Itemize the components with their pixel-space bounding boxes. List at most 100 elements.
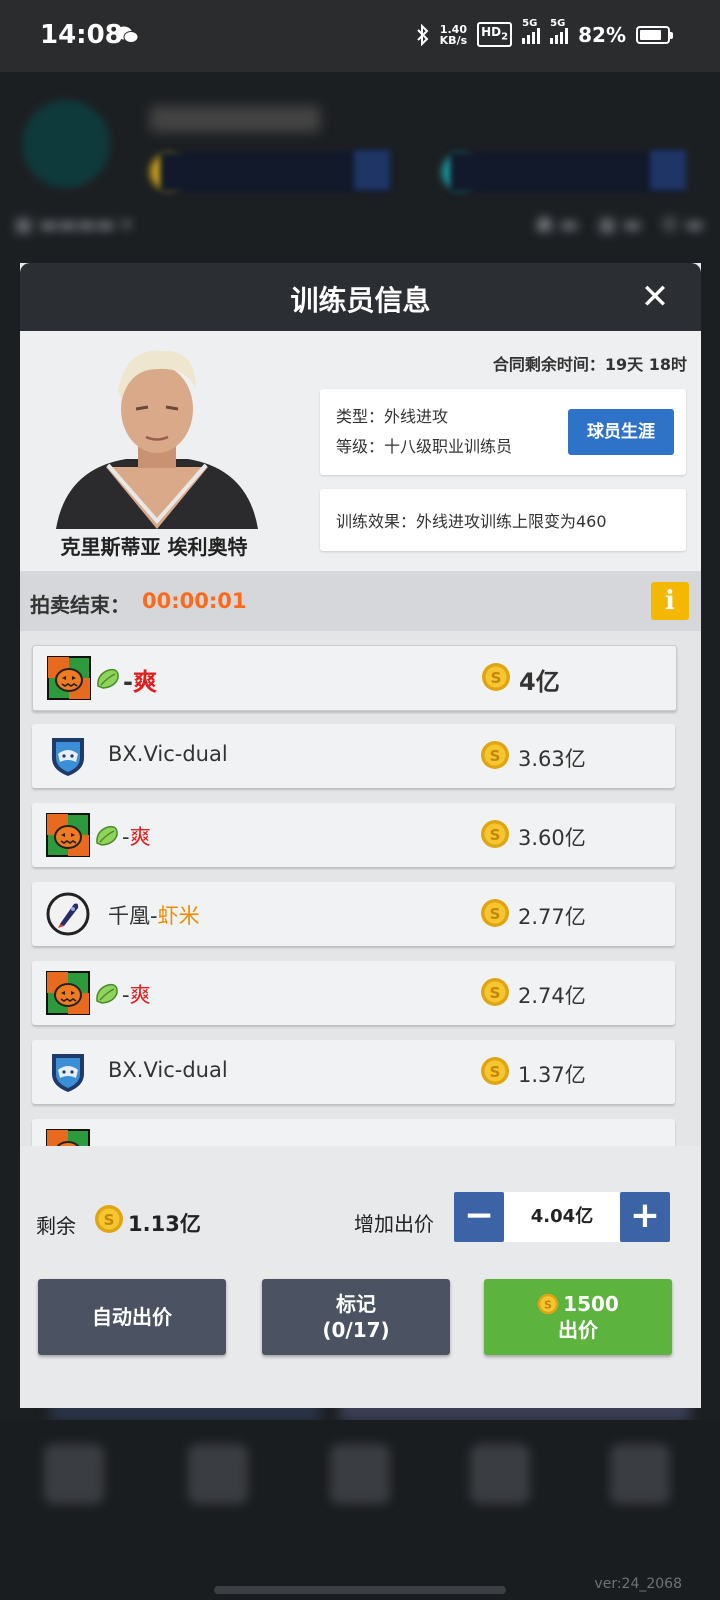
bidder-name: 千凰-虾米 <box>108 900 200 930</box>
coin-icon: S <box>481 1057 509 1085</box>
bid-amount: 3.60亿 <box>518 826 586 850</box>
training-effect-box: 训练效果：外线进攻训练上限变为460 <box>320 489 686 551</box>
auction-end-label: 拍卖结束： <box>30 593 130 617</box>
contract-remaining: 合同剩余时间：19天 18时 <box>492 355 687 374</box>
bidder-name: BX.Vic-dual <box>108 742 228 766</box>
battery-icon <box>636 25 673 44</box>
tab-icon[interactable] <box>188 1444 248 1504</box>
rocket-logo-icon <box>46 892 90 936</box>
increase-bid-button[interactable]: + <box>620 1192 670 1242</box>
net-speed: 1.40 KB/s <box>439 22 468 47</box>
decrease-bid-button[interactable]: − <box>454 1192 504 1242</box>
coin-icon: S <box>482 663 510 691</box>
tab-icon[interactable] <box>330 1444 390 1504</box>
bid-row: 千凰-虾米 S 2.77亿 <box>32 882 675 946</box>
bidder-highlight: 爽 <box>129 825 151 849</box>
auction-countdown: 00:00:01 <box>142 589 247 613</box>
signal-icon-2: 5G <box>550 18 569 44</box>
svg-text:S: S <box>490 826 501 844</box>
svg-text:S: S <box>104 1211 115 1229</box>
bidder-name: -爽 <box>123 662 157 697</box>
team-logo-blurred <box>22 100 110 188</box>
bidder-name: BX.Vic-dual <box>108 1058 228 1082</box>
bidder-prefix: BX.Vic-dual <box>108 1058 228 1082</box>
bid-row-partial <box>32 1119 675 1146</box>
svg-text:S: S <box>491 669 502 687</box>
bidder-prefix: - <box>122 983 130 1007</box>
add-coin-button[interactable] <box>354 150 390 190</box>
coach-level: 等级：十八级职业训练员 <box>336 437 513 456</box>
bid-amount: 3.63亿 <box>518 747 586 771</box>
bidder-prefix: BX.Vic-dual <box>108 742 228 766</box>
coin-icon: S <box>481 820 509 848</box>
status-bar: 14:08 1.40 KB/s HD2 5G 5G 82% <box>0 0 720 72</box>
shield-logo-icon <box>52 738 84 776</box>
tab-icon[interactable] <box>610 1444 670 1504</box>
coin-icon: S <box>537 1293 559 1315</box>
svg-text:S: S <box>490 747 501 765</box>
coach-type: 类型：外线进攻 <box>336 407 449 426</box>
close-button[interactable]: ✕ <box>635 277 675 317</box>
player-career-button[interactable]: 球员生涯 <box>568 409 674 455</box>
coach-info-dialog: 训练员信息 ✕ 克里斯蒂亚 埃利奥特 合同剩余时间：19天 18时 类型：外线进… <box>20 263 701 1408</box>
status-time: 14:08 <box>40 20 123 50</box>
bluetooth-icon <box>416 23 429 46</box>
pumpkin-logo-icon <box>47 656 91 700</box>
training-effect: 训练效果：外线进攻训练上限变为460 <box>336 512 607 531</box>
mark-label: 标记 <box>336 1292 376 1316</box>
bidder-prefix: - <box>123 668 133 696</box>
version-label: ver:24_2068 <box>594 1576 682 1592</box>
bidder-name: -爽 <box>122 979 151 1009</box>
svg-text:S: S <box>490 1063 501 1081</box>
bid-amount: 2.77亿 <box>518 905 586 929</box>
tab-icon[interactable] <box>470 1444 530 1504</box>
bid-row: BX.Vic-dual S 1.37亿 <box>32 1040 675 1104</box>
dialog-title: 训练员信息 <box>290 284 431 317</box>
bid-list[interactable]: -爽 S 4亿 BX.Vic-dual S 3.63亿 -爽 S 3.60亿 千凰-虾米 S 2.77… <box>20 631 701 1146</box>
lettuce-icon <box>96 825 118 846</box>
bid-cost: 1500 <box>563 1292 619 1316</box>
status-icons: 1.40 KB/s HD2 5G 5G 82% <box>416 18 673 48</box>
pumpkin-logo-icon <box>46 971 90 1015</box>
battery-percent: 82% <box>578 22 626 47</box>
coach-section: 克里斯蒂亚 埃利奥特 合同剩余时间：19天 18时 类型：外线进攻 等级：十八级… <box>20 331 701 571</box>
bidder-name: -爽 <box>122 821 151 851</box>
hd-badge: HD2 <box>477 22 513 48</box>
bid-row: -爽 S 3.60亿 <box>32 803 675 867</box>
svg-text:S: S <box>544 1298 552 1311</box>
auto-bid-button[interactable]: 自动出价 <box>38 1279 226 1355</box>
info-icon[interactable]: i <box>651 582 689 620</box>
bidder-highlight: 虾米 <box>157 904 200 928</box>
svg-text:S: S <box>490 984 501 1002</box>
toolbar-blurred: ▣ ▬▬▬▬ ▾ ☗ ▬ ▣ ▬ ⚙ ▬ <box>14 212 704 236</box>
coin-icon: S <box>95 1205 123 1233</box>
coin-icon: S <box>481 741 509 769</box>
lettuce-icon <box>97 668 119 689</box>
place-bid-button[interactable]: S 1500 出价 <box>484 1279 672 1355</box>
mark-count: (0/17) <box>322 1318 390 1342</box>
bid-amount: 2.74亿 <box>518 984 586 1008</box>
bid-row: -爽 S 4亿 <box>32 645 677 711</box>
raise-bid-label: 增加出价 <box>354 1212 434 1236</box>
tab-icon[interactable] <box>44 1444 104 1504</box>
auction-bar: 拍卖结束： 00:00:01 i <box>20 571 701 631</box>
wechat-icon <box>116 26 138 43</box>
raise-bid-value[interactable]: 4.04亿 <box>504 1192 620 1242</box>
coach-name: 克里斯蒂亚 埃利奥特 <box>60 535 248 559</box>
bid-controls: 剩余 S 1.13亿 增加出价 − 4.04亿 + 自动出价 标记 (0/17)… <box>20 1146 701 1408</box>
diamond-bar <box>450 152 680 192</box>
add-diamond-button[interactable] <box>650 150 686 190</box>
coin-icon: S <box>481 899 509 927</box>
coin-icon: S <box>481 978 509 1006</box>
bidder-prefix: 千凰- <box>108 904 158 928</box>
bid-row: -爽 S 2.74亿 <box>32 961 675 1025</box>
home-indicator[interactable] <box>214 1586 506 1594</box>
mark-button[interactable]: 标记 (0/17) <box>262 1279 450 1355</box>
bid-amount: 1.37亿 <box>518 1063 586 1087</box>
remaining-label: 剩余 <box>36 1214 76 1238</box>
remaining-value: 1.13亿 <box>128 1212 201 1236</box>
dialog-header: 训练员信息 ✕ <box>20 263 701 331</box>
bidder-highlight: 爽 <box>129 983 151 1007</box>
bid-row: BX.Vic-dual S 3.63亿 <box>32 724 675 788</box>
coach-info-box: 类型：外线进攻 等级：十八级职业训练员 球员生涯 <box>320 389 686 475</box>
